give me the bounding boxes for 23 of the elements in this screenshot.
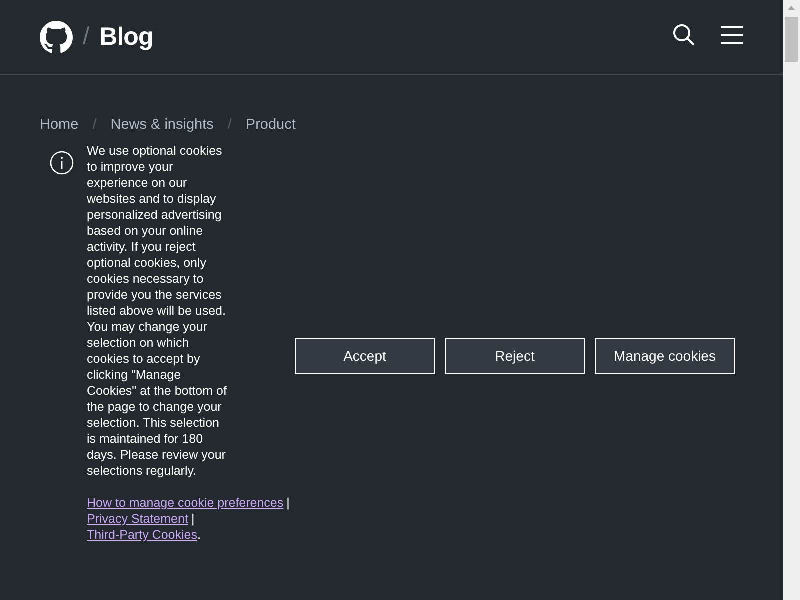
cookie-link[interactable]: Third-Party Cookies [87,528,198,542]
octocat-logo-icon[interactable] [40,20,73,54]
cookie-message: We use optional cookies to improve your experience on our websites and to display personalized advertising based on your online activity. If you reject optional cookies, only cookies necessary to provide you the services listed above will be used. You may change your selection on which cookies to accept by clicking "Manage Cookies" at the bottom of the page to change your selection. This selection is maintained for 180 days. Please review your selections regularly. [87,143,227,479]
scrollbar-thumb[interactable] [785,17,798,62]
link-separator: | [286,496,290,510]
cookie-button[interactable]: Accept [295,338,435,374]
search-icon[interactable] [673,24,695,46]
breadcrumb-link[interactable]: Product [246,117,296,133]
menu-icon[interactable] [721,25,743,45]
cookie-button[interactable]: Manage cookies [595,338,735,374]
links-end-period: . [197,528,201,542]
breadcrumb-separator: / [92,117,97,133]
info-icon [50,151,74,175]
cookie-link[interactable]: How to manage cookie preferences [87,496,284,510]
breadcrumb-separator: / [228,117,232,133]
cookie-link[interactable]: Privacy Statement [87,512,188,526]
cookie-button[interactable]: Reject [445,338,585,374]
scrollbar[interactable] [783,0,800,600]
blog-title[interactable]: Blog [100,22,154,52]
breadcrumb-link[interactable]: News & insights [110,117,214,133]
breadcrumb-link[interactable]: Home [40,117,79,133]
link-separator: | [191,512,195,526]
title-separator: / [83,23,90,51]
